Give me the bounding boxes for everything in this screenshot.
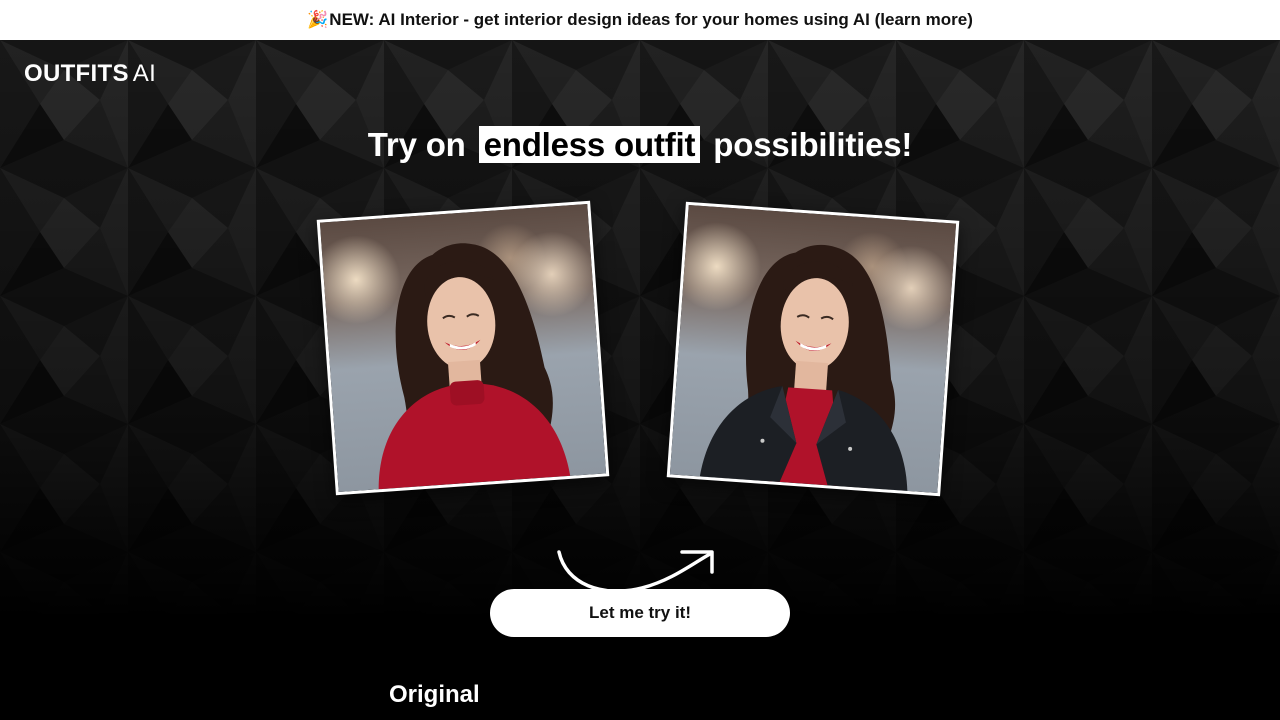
headline-end: possibilities! [713, 126, 913, 163]
announcement-banner[interactable]: 🎉 NEW: AI Interior - get interior design… [0, 0, 1280, 40]
woman-leather-jacket-image [699, 244, 908, 491]
result-photo [666, 201, 960, 497]
original-photo [316, 200, 610, 496]
logo[interactable]: OUTFITS AI [24, 60, 156, 88]
original-section-title: Original [389, 681, 480, 708]
woman-red-sweater-image [378, 243, 571, 490]
announcement-text[interactable]: NEW: AI Interior - get interior design i… [329, 10, 973, 30]
try-it-button[interactable]: Let me try it! [490, 589, 790, 637]
page-title: Try on endless outfit possibilities! [0, 126, 1280, 164]
party-popper-icon: 🎉 [307, 10, 329, 29]
logo-suffix: AI [132, 60, 157, 87]
hero-section: OUTFITS AI Try on endless outfit possibil… [0, 40, 1280, 720]
logo-wordmark: OUTFITS [24, 60, 129, 87]
headline-start: Try on [367, 126, 466, 163]
headline-highlight: endless outfit [478, 126, 701, 163]
